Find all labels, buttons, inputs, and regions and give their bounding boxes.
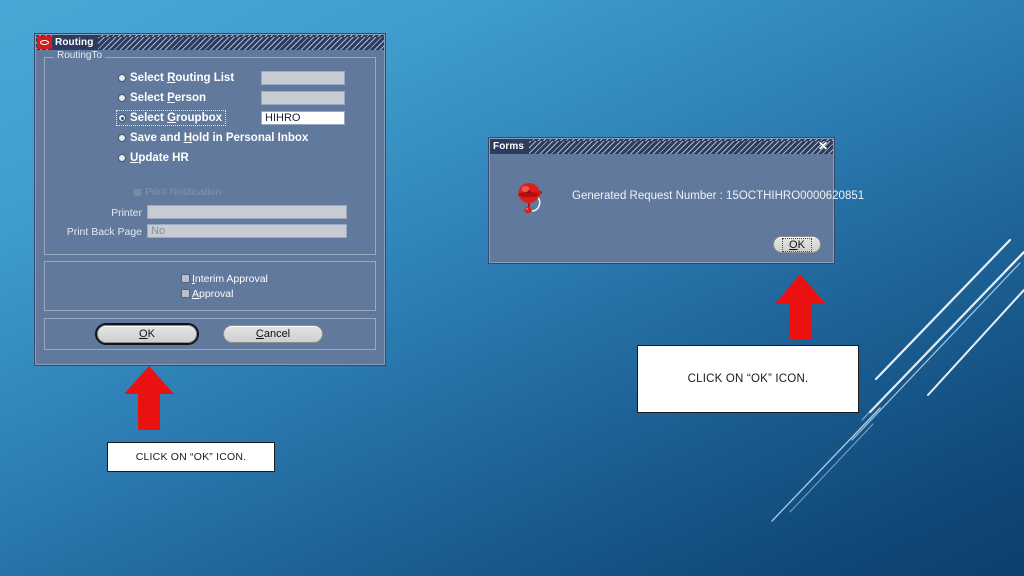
- approval-groupbox: Interim Approval Approval: [44, 261, 376, 311]
- routing-client-area: RoutingTo Select Routing List Select Per…: [36, 50, 384, 364]
- print-notification-row[interactable]: Print Notification: [133, 186, 369, 198]
- radio-icon[interactable]: [118, 114, 126, 122]
- callout-left-text: CLICK ON “OK” ICON.: [135, 451, 247, 463]
- printer-label: Printer: [111, 207, 142, 219]
- radio-select-groupbox[interactable]: Select Groupbox: [115, 110, 227, 126]
- radio-label-text: Select Routing List: [130, 72, 235, 84]
- option-row-save-and-hold[interactable]: Save and Hold in Personal Inbox: [51, 128, 369, 148]
- radio-select-person[interactable]: Select Person: [117, 91, 209, 105]
- radio-update-hr[interactable]: Update HR: [117, 151, 192, 165]
- routing-titlebar[interactable]: Routing: [36, 35, 384, 50]
- routing-to-groupbox: RoutingTo Select Routing List Select Per…: [44, 50, 376, 255]
- interim-approval-label: Interim Approval: [192, 272, 268, 285]
- forms-client-area: Generated Request Number : 15OCTHIHRO000…: [490, 154, 864, 262]
- routing-ok-button[interactable]: OK: [97, 325, 197, 343]
- radio-label-text: Select Groupbox: [130, 112, 223, 124]
- radio-save-and-hold-in-personal-inbox[interactable]: Save and Hold in Personal Inbox: [117, 131, 311, 145]
- callout-right-text: CLICK ON “OK” ICON.: [687, 373, 809, 385]
- alert-message-text: Generated Request Number : 15OCTHIHRO000…: [572, 190, 865, 202]
- person-field[interactable]: [261, 91, 345, 105]
- approval-checkbox[interactable]: [181, 289, 190, 298]
- radio-icon[interactable]: [118, 154, 126, 162]
- forms-title-text: Forms: [490, 139, 530, 154]
- callout-right: CLICK ON “OK” ICON.: [637, 345, 859, 413]
- forms-ok-button[interactable]: OK: [773, 236, 821, 253]
- print-back-page-label: Print Back Page: [66, 226, 142, 238]
- right-arrow-icon: [775, 274, 826, 340]
- routing-ok-label: OK: [139, 328, 155, 340]
- routing-cancel-label: Cancel: [255, 328, 291, 340]
- radio-label-text: Update HR: [130, 152, 189, 164]
- forms-ok-label: OK: [782, 237, 812, 252]
- radio-icon[interactable]: [118, 134, 126, 142]
- option-row-update-hr[interactable]: Update HR: [51, 148, 369, 168]
- routing-to-label: RoutingTo: [54, 50, 106, 61]
- groupbox-field[interactable]: HIHRO: [261, 111, 345, 125]
- interim-approval-checkbox[interactable]: [181, 274, 190, 283]
- close-icon[interactable]: ✕: [816, 139, 830, 154]
- routing-list-field[interactable]: [261, 71, 345, 85]
- forms-alert-window[interactable]: Forms ✕ Generated Request Number : 15OCT…: [489, 138, 864, 263]
- left-arrow-icon: [124, 366, 174, 430]
- routing-button-bar: OK Cancel: [44, 318, 376, 350]
- desktop-background: Routing RoutingTo Select Routing List Se…: [0, 0, 1024, 576]
- printer-field[interactable]: [147, 205, 347, 219]
- radio-icon[interactable]: [118, 94, 126, 102]
- radio-select-routing-list[interactable]: Select Routing List: [117, 71, 237, 85]
- approval-label: Approval: [192, 287, 234, 300]
- print-notification-label: Print Notification: [145, 186, 222, 198]
- print-section: Print Notification Printer Print Back Pa…: [51, 186, 369, 244]
- routing-title-text: Routing: [52, 35, 99, 50]
- radio-label-text: Select Person: [130, 92, 207, 104]
- callout-left: CLICK ON “OK” ICON.: [107, 442, 275, 472]
- print-notification-checkbox[interactable]: [133, 187, 142, 197]
- interim-approval-row[interactable]: Interim Approval: [181, 271, 369, 286]
- approval-row[interactable]: Approval: [181, 286, 369, 301]
- radio-icon[interactable]: [118, 74, 126, 82]
- titlebar-hatch-pattern: [490, 139, 833, 154]
- routing-cancel-button[interactable]: Cancel: [223, 325, 323, 343]
- routing-window[interactable]: Routing RoutingTo Select Routing List Se…: [35, 34, 385, 365]
- radio-label-text: Save and Hold in Personal Inbox: [130, 132, 309, 144]
- print-back-page-field[interactable]: No: [147, 224, 347, 238]
- forms-titlebar[interactable]: Forms ✕: [490, 139, 833, 154]
- oracle-icon: [37, 36, 52, 49]
- alarm-bell-icon: [518, 183, 542, 214]
